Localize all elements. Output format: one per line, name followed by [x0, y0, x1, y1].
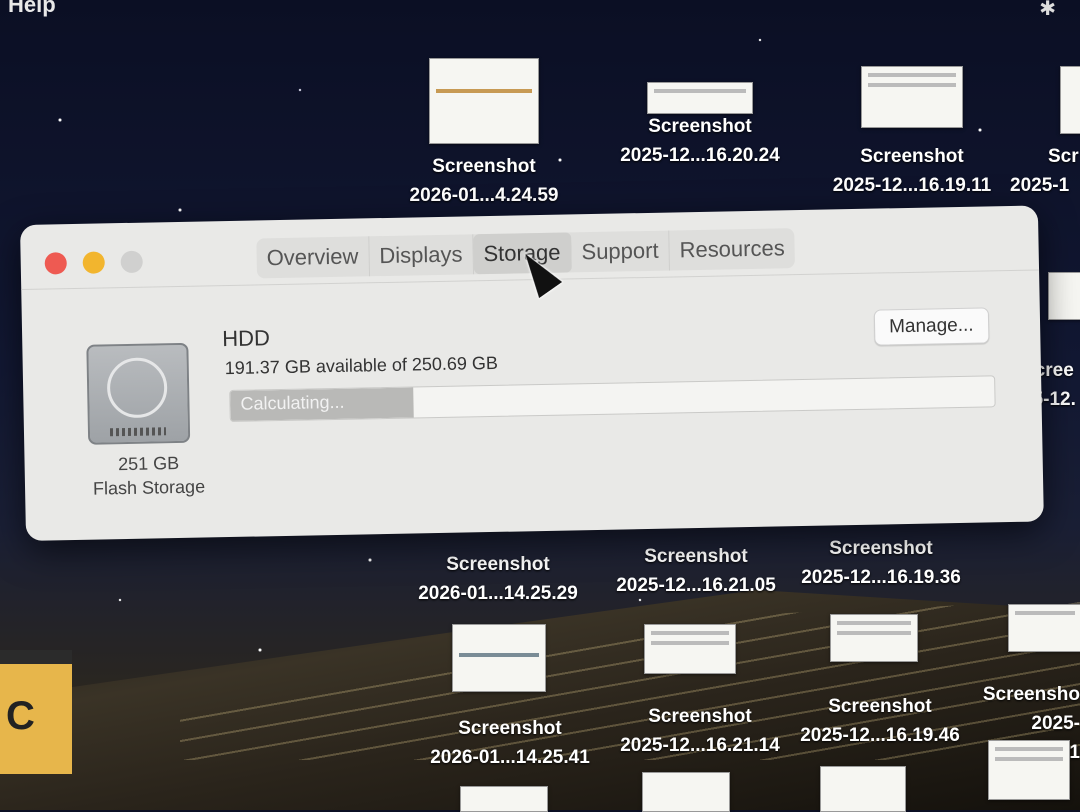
desktop-file[interactable]: Screenshot 2026-01...14.25.29	[398, 550, 598, 608]
desktop-file[interactable]: Screenshot 2025-12...16.19.11	[812, 66, 1012, 200]
disk-capacity: 251 GB	[117, 452, 180, 475]
bluetooth-icon[interactable]: ✱	[1039, 0, 1056, 21]
disk-available-text: 191.37 GB available of 250.69 GB	[224, 352, 499, 379]
tab-support[interactable]: Support	[571, 230, 670, 273]
file-thumbnail[interactable]	[452, 624, 546, 692]
desktop-file[interactable]: Screenshot 2025-12...16.19.36	[786, 534, 976, 592]
file-thumbnail[interactable]	[830, 614, 918, 662]
desktop-file[interactable]: Screenshot 2025-12...16.20.24	[600, 82, 800, 170]
wallpaper-funnel: C	[0, 650, 72, 774]
file-name-line1: Screenshot	[828, 696, 932, 717]
file-name-line2: 2025-12...16.19.11	[832, 175, 992, 196]
file-name-line2: 2025-1	[1010, 175, 1070, 196]
file-name-line1: Screenshot	[829, 538, 933, 559]
file-name-line1: Screenshot	[648, 706, 752, 727]
file-thumbnail[interactable]	[988, 740, 1070, 800]
file-name-line2: 2026-01...4.24.59	[409, 185, 559, 206]
minimize-button[interactable]	[82, 251, 105, 274]
file-name-line1: Screenshot	[860, 146, 964, 167]
file-thumbnail	[1060, 66, 1080, 134]
storage-usage-bar: Calculating...	[229, 375, 996, 423]
file-name-line1: Screenshot	[648, 116, 752, 137]
tab-overview[interactable]: Overview	[256, 236, 370, 279]
menu-help[interactable]: Help	[8, 0, 56, 18]
file-name-line2: 2026-01...14.25.41	[430, 747, 590, 768]
platter-shape	[106, 357, 168, 419]
tab-displays[interactable]: Displays	[368, 234, 474, 277]
file-thumbnail	[647, 82, 753, 114]
file-thumbnail	[429, 58, 539, 144]
file-thumbnail[interactable]	[1008, 604, 1080, 652]
tab-resources[interactable]: Resources	[669, 228, 795, 270]
storage-panel: 251 GB Flash Storage HDD 191.37 GB avail…	[21, 270, 1044, 541]
file-name-line2: 2025-12...16.21.05	[616, 575, 776, 596]
file-name-line1: Screenshot	[432, 156, 536, 177]
close-button[interactable]	[44, 252, 67, 275]
file-name-line2: 2025-12...16.19.46	[800, 725, 960, 746]
file-thumbnail[interactable]	[820, 766, 906, 812]
file-name-line1: Screensho	[982, 684, 1080, 705]
disk-capacity-caption: 251 GB Flash Storage	[78, 450, 219, 501]
hard-drive-icon	[86, 342, 191, 445]
file-name-line1: Screenshot	[446, 554, 550, 575]
file-thumbnail[interactable]	[644, 624, 736, 674]
file-name-line2: 2025-12...16.19.36	[801, 567, 961, 588]
file-thumbnail	[861, 66, 963, 128]
file-name-line2: 2025-12...16.20.24	[620, 145, 780, 166]
disk-type: Flash Storage	[92, 476, 206, 499]
desktop-file[interactable]: Screenshot 2025-12...16.21.14	[600, 702, 800, 760]
file-name-line2: 2026-01...14.25.29	[418, 583, 578, 604]
storage-status-text: Calculating...	[240, 391, 345, 414]
file-name-line1: Scr	[1048, 146, 1079, 167]
desktop-file[interactable]: Scr 2025-1	[1010, 66, 1080, 200]
file-thumbnail[interactable]	[460, 786, 548, 812]
file-name-line1: Screenshot	[644, 546, 748, 567]
desktop-file[interactable]: Screenshot 2026-01...4.24.59	[384, 58, 584, 210]
desktop-file[interactable]: Screenshot 2025-12...16.21.05	[596, 542, 796, 600]
funnel-logo: C	[6, 694, 35, 738]
file-name-line2: 2025-12...16.21.14	[620, 735, 780, 756]
disk-name: HDD	[221, 325, 271, 352]
grille-shape	[109, 427, 167, 437]
desktop-file[interactable]: Screenshot 2026-01...14.25.41	[410, 714, 610, 772]
file-name-line1: Screenshot	[458, 718, 562, 739]
file-thumbnail	[1048, 272, 1080, 320]
desktop-file[interactable]: Screenshot 2025-12...16.19.46	[782, 692, 978, 750]
file-thumbnail[interactable]	[642, 772, 730, 812]
zoom-button[interactable]	[120, 250, 143, 274]
manage-button[interactable]: Manage...	[873, 307, 989, 346]
